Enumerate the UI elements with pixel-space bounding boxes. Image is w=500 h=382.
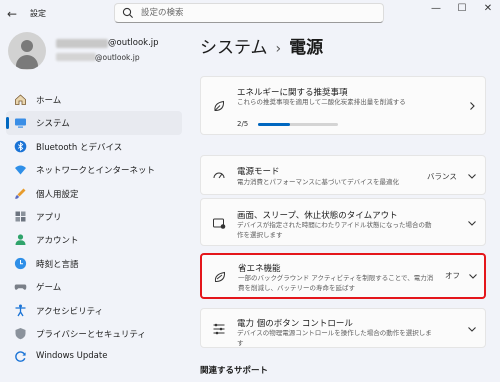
- sidebar-item-label: アプリ: [36, 212, 62, 223]
- sidebar-item-network[interactable]: ネットワークとインターネット: [6, 158, 182, 181]
- energy-saver-status: オフ: [445, 271, 460, 280]
- personalization-icon: [15, 188, 26, 199]
- sidebar-item-home[interactable]: ホーム: [6, 88, 182, 111]
- card-title: 電源モード: [237, 167, 280, 177]
- account-email-secondary: @outlook.jp: [95, 53, 140, 62]
- redacted-email: [56, 53, 96, 61]
- gaming-icon: [14, 284, 27, 290]
- bluetooth-icon: [14, 140, 27, 153]
- card-title: 省エネ機能: [238, 264, 281, 274]
- sidebar-item-label: アクセシビリティ: [36, 306, 104, 317]
- card-description: デバイスが指定された時間にわたりアイドル状態になった場合の動作を選択します: [237, 221, 432, 239]
- sidebar-item-label: 時刻と言語: [36, 259, 79, 270]
- sidebar-item-label: Windows Update: [36, 351, 108, 362]
- apps-icon: [15, 211, 26, 222]
- sidebar-item-privacy[interactable]: プライバシーとセキュリティ: [6, 322, 182, 345]
- sidebar-item-system[interactable]: システム: [6, 111, 182, 135]
- progress-bar: [258, 123, 338, 126]
- sidebar-item-label: ホーム: [36, 96, 62, 106]
- network-icon: [15, 165, 26, 175]
- energy-saver-leaf-icon: [214, 271, 226, 282]
- screen-sleep-timeout-card[interactable]: 画面、スリープ、休止状態のタイムアウト デバイスが指定された時間にわたりアイドル…: [200, 198, 486, 246]
- chevron-down-icon[interactable]: [467, 324, 477, 334]
- chevron-down-icon[interactable]: [467, 218, 477, 228]
- search-box[interactable]: [114, 3, 384, 23]
- related-support-heading: 関連するサポート: [200, 366, 269, 376]
- card-description: これらの推奨事項を適用して二酸化炭素排出量を削減する: [237, 98, 406, 106]
- sidebar-item-windows-update[interactable]: Windows Update: [6, 345, 182, 368]
- power-mode-dropdown-value[interactable]: バランス: [427, 171, 457, 182]
- sidebar-item-bluetooth[interactable]: Bluetooth とデバイス: [6, 135, 182, 158]
- sidebar-nav: ホーム システム Bluetooth とデバイス ネットワークとインターネット …: [6, 88, 182, 369]
- power-mode-icon: [213, 172, 225, 179]
- account-email: @outlook.jp: [108, 38, 159, 48]
- system-icon: [15, 118, 26, 129]
- power-button-controls-card[interactable]: 電力 個のボタン コントロール デバイスの物理電源コントロールを操作した場合の動…: [200, 308, 486, 348]
- card-title: 画面、スリープ、休止状態のタイムアウト: [237, 211, 398, 221]
- sidebar-item-gaming[interactable]: ゲーム: [6, 275, 182, 298]
- sidebar-item-label: 個人用設定: [36, 189, 79, 200]
- progress-count: 2/5: [237, 120, 249, 128]
- sidebar-item-label: アカウント: [36, 236, 79, 247]
- breadcrumb: システム › 電源: [200, 33, 323, 58]
- avatar[interactable]: [8, 32, 46, 70]
- card-description: 一部のバックグラウンド アクティビティを制限することで、電力消費を削減し、バッテ…: [238, 274, 434, 292]
- windows-update-icon: [15, 351, 26, 363]
- energy-saver-card[interactable]: 省エネ機能 一部のバックグラウンド アクティビティを制限することで、電力消費を削…: [200, 253, 486, 299]
- search-input[interactable]: [141, 6, 371, 20]
- power-mode-card[interactable]: 電源モード 電力消費とパフォーマンスに基づいてデバイスを最適化 バランス: [200, 155, 486, 195]
- breadcrumb-parent[interactable]: システム: [200, 38, 268, 58]
- app-title: 設定: [30, 9, 46, 18]
- sidebar-item-label: プライバシーとセキュリティ: [36, 329, 146, 340]
- breadcrumb-separator: ›: [275, 41, 282, 57]
- card-title: 電力 個のボタン コントロール: [237, 319, 353, 329]
- sidebar-item-apps[interactable]: アプリ: [6, 205, 182, 228]
- accounts-icon: [15, 234, 26, 246]
- time-language-icon: [14, 257, 27, 269]
- redacted-name: [56, 39, 108, 48]
- title-bar: ← 設定 — ☐ ✕: [0, 0, 500, 28]
- maximize-button[interactable]: ☐: [449, 0, 475, 18]
- sidebar-item-time-language[interactable]: 時刻と言語: [6, 252, 182, 275]
- sidebar-item-label: Bluetooth とデバイス: [36, 142, 123, 153]
- sidebar-item-label: システム: [36, 119, 70, 130]
- back-button[interactable]: ←: [4, 6, 20, 22]
- home-icon: [15, 94, 26, 105]
- sidebar-item-label: ゲーム: [36, 283, 62, 294]
- accessibility-icon: [15, 304, 26, 316]
- screen-sleep-icon: [213, 218, 226, 229]
- sidebar-item-accessibility[interactable]: アクセシビリティ: [6, 299, 182, 322]
- chevron-down-icon[interactable]: [467, 171, 477, 181]
- privacy-shield-icon: [15, 327, 26, 340]
- chevron-right-icon: [470, 102, 475, 110]
- card-title: エネルギーに関する推奨事項: [237, 88, 348, 98]
- sidebar-item-label: ネットワークとインターネット: [36, 166, 156, 177]
- page-title: 電源: [289, 38, 324, 58]
- sidebar-item-personalization[interactable]: 個人用設定: [6, 182, 182, 205]
- chevron-down-icon[interactable]: [468, 271, 478, 281]
- sidebar-item-accounts[interactable]: アカウント: [6, 228, 182, 251]
- button-controls-icon: [213, 323, 225, 335]
- search-icon: [122, 7, 133, 18]
- close-button[interactable]: ✕: [475, 0, 500, 18]
- card-description: 電力消費とパフォーマンスに基づいてデバイスを最適化: [237, 178, 399, 186]
- user-profile: @outlook.jp @outlook.jp: [8, 32, 178, 72]
- minimize-button[interactable]: —: [423, 0, 449, 18]
- leaf-icon: [214, 100, 225, 111]
- progress-bar-fill: [258, 123, 290, 126]
- energy-recommendations-card[interactable]: エネルギーに関する推奨事項 これらの推奨事項を適用して二酸化炭素排出量を削減する…: [200, 76, 486, 135]
- card-description: デバイスの物理電源コントロールを操作した場合の動作を選択します: [237, 329, 432, 347]
